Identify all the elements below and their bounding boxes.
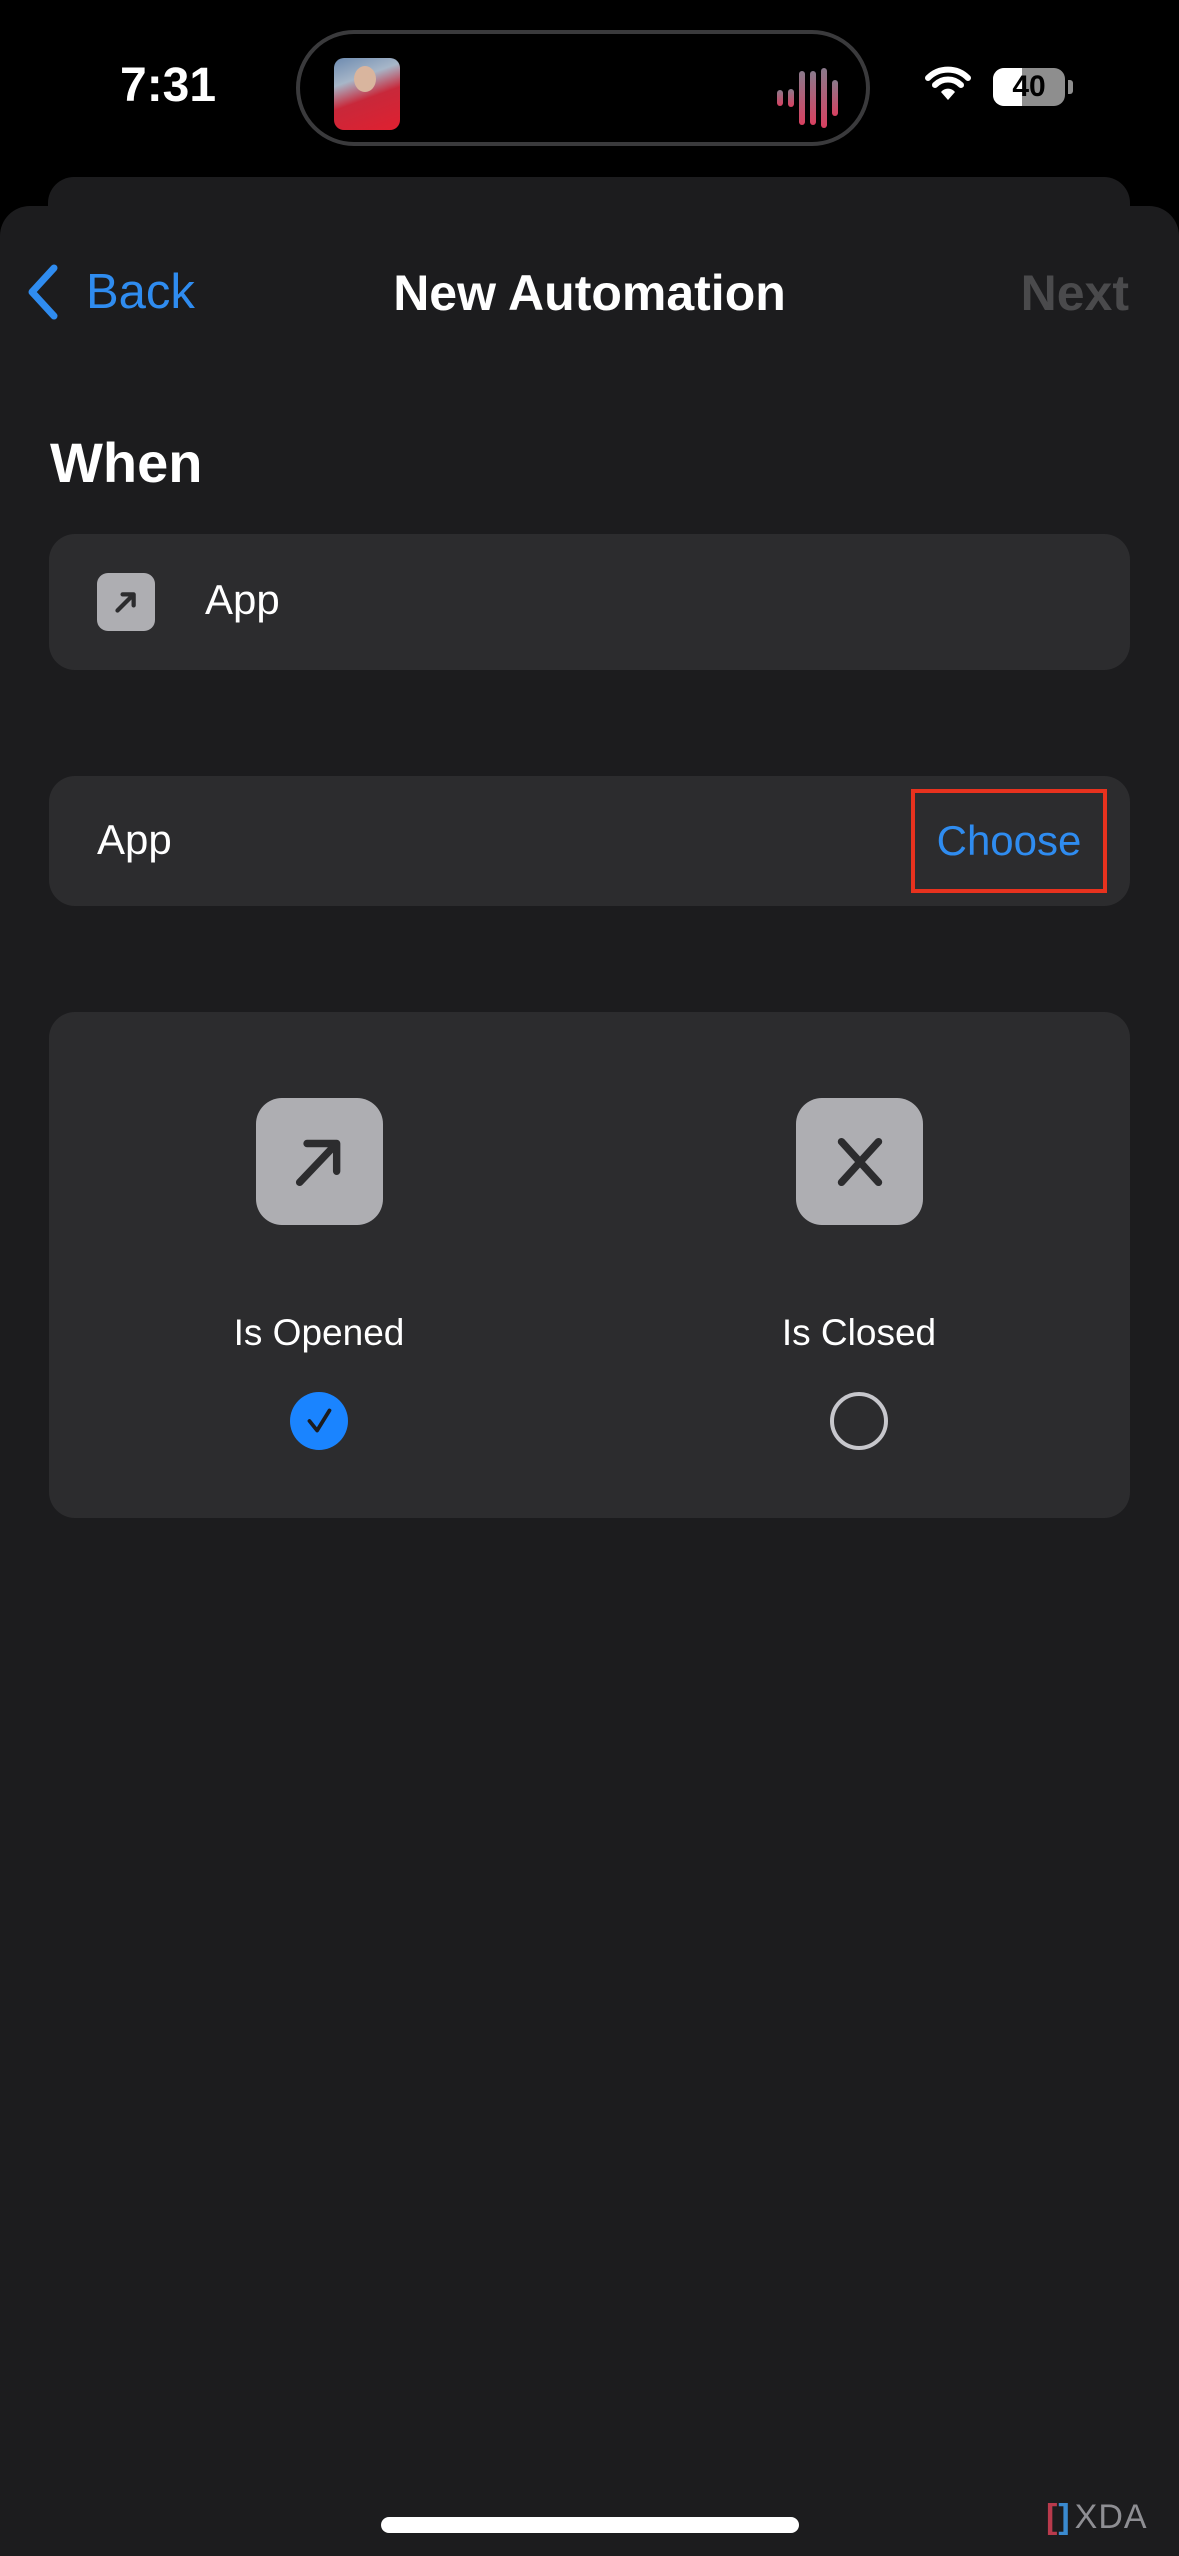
status-bar: 7:31 40 (0, 0, 1179, 170)
battery-tip (1068, 80, 1073, 94)
arrow-up-right-icon (97, 573, 155, 631)
radio-selected[interactable] (290, 1392, 348, 1450)
xda-logo-bracket-left: [ (1046, 2498, 1059, 2536)
battery-level: 40 (1012, 70, 1046, 103)
now-playing-artwork (334, 58, 400, 130)
section-title-when: When (50, 431, 203, 494)
xda-watermark: [] XDA (1046, 2498, 1148, 2537)
dynamic-island[interactable] (296, 30, 870, 146)
page-title: New Automation (393, 265, 786, 321)
choose-label: Choose (936, 817, 1082, 864)
app-label: App (97, 816, 172, 863)
next-button[interactable]: Next (1021, 264, 1129, 322)
app-state-options: Is Opened Is Closed (49, 1012, 1130, 1518)
option-label: Is Opened (233, 1312, 405, 1353)
wifi-icon (925, 66, 971, 100)
checkmark-icon (307, 1408, 332, 1433)
choose-app-button[interactable]: Choose (911, 789, 1107, 893)
option-label: Is Closed (781, 1312, 937, 1353)
xda-logo-bracket-right: ] (1058, 2498, 1071, 2536)
new-automation-sheet: Back New Automation Next When App App Ch… (0, 206, 1179, 2556)
home-indicator[interactable] (381, 2517, 799, 2533)
app-row: App Choose (49, 776, 1130, 906)
watermark-text: XDA (1074, 2498, 1148, 2536)
radio-unselected[interactable] (830, 1392, 888, 1450)
navigation-bar: Back New Automation Next (0, 206, 1179, 376)
arrow-up-right-icon (256, 1098, 383, 1225)
battery-icon: 40 (993, 68, 1065, 106)
option-is-closed[interactable]: Is Closed (589, 1012, 1129, 1518)
trigger-row[interactable]: App (49, 534, 1130, 670)
status-time: 7:31 (120, 59, 217, 112)
audio-waveform-icon (777, 68, 838, 128)
trigger-label: App (205, 576, 280, 623)
option-is-opened[interactable]: Is Opened (49, 1012, 589, 1518)
x-icon (796, 1098, 923, 1225)
